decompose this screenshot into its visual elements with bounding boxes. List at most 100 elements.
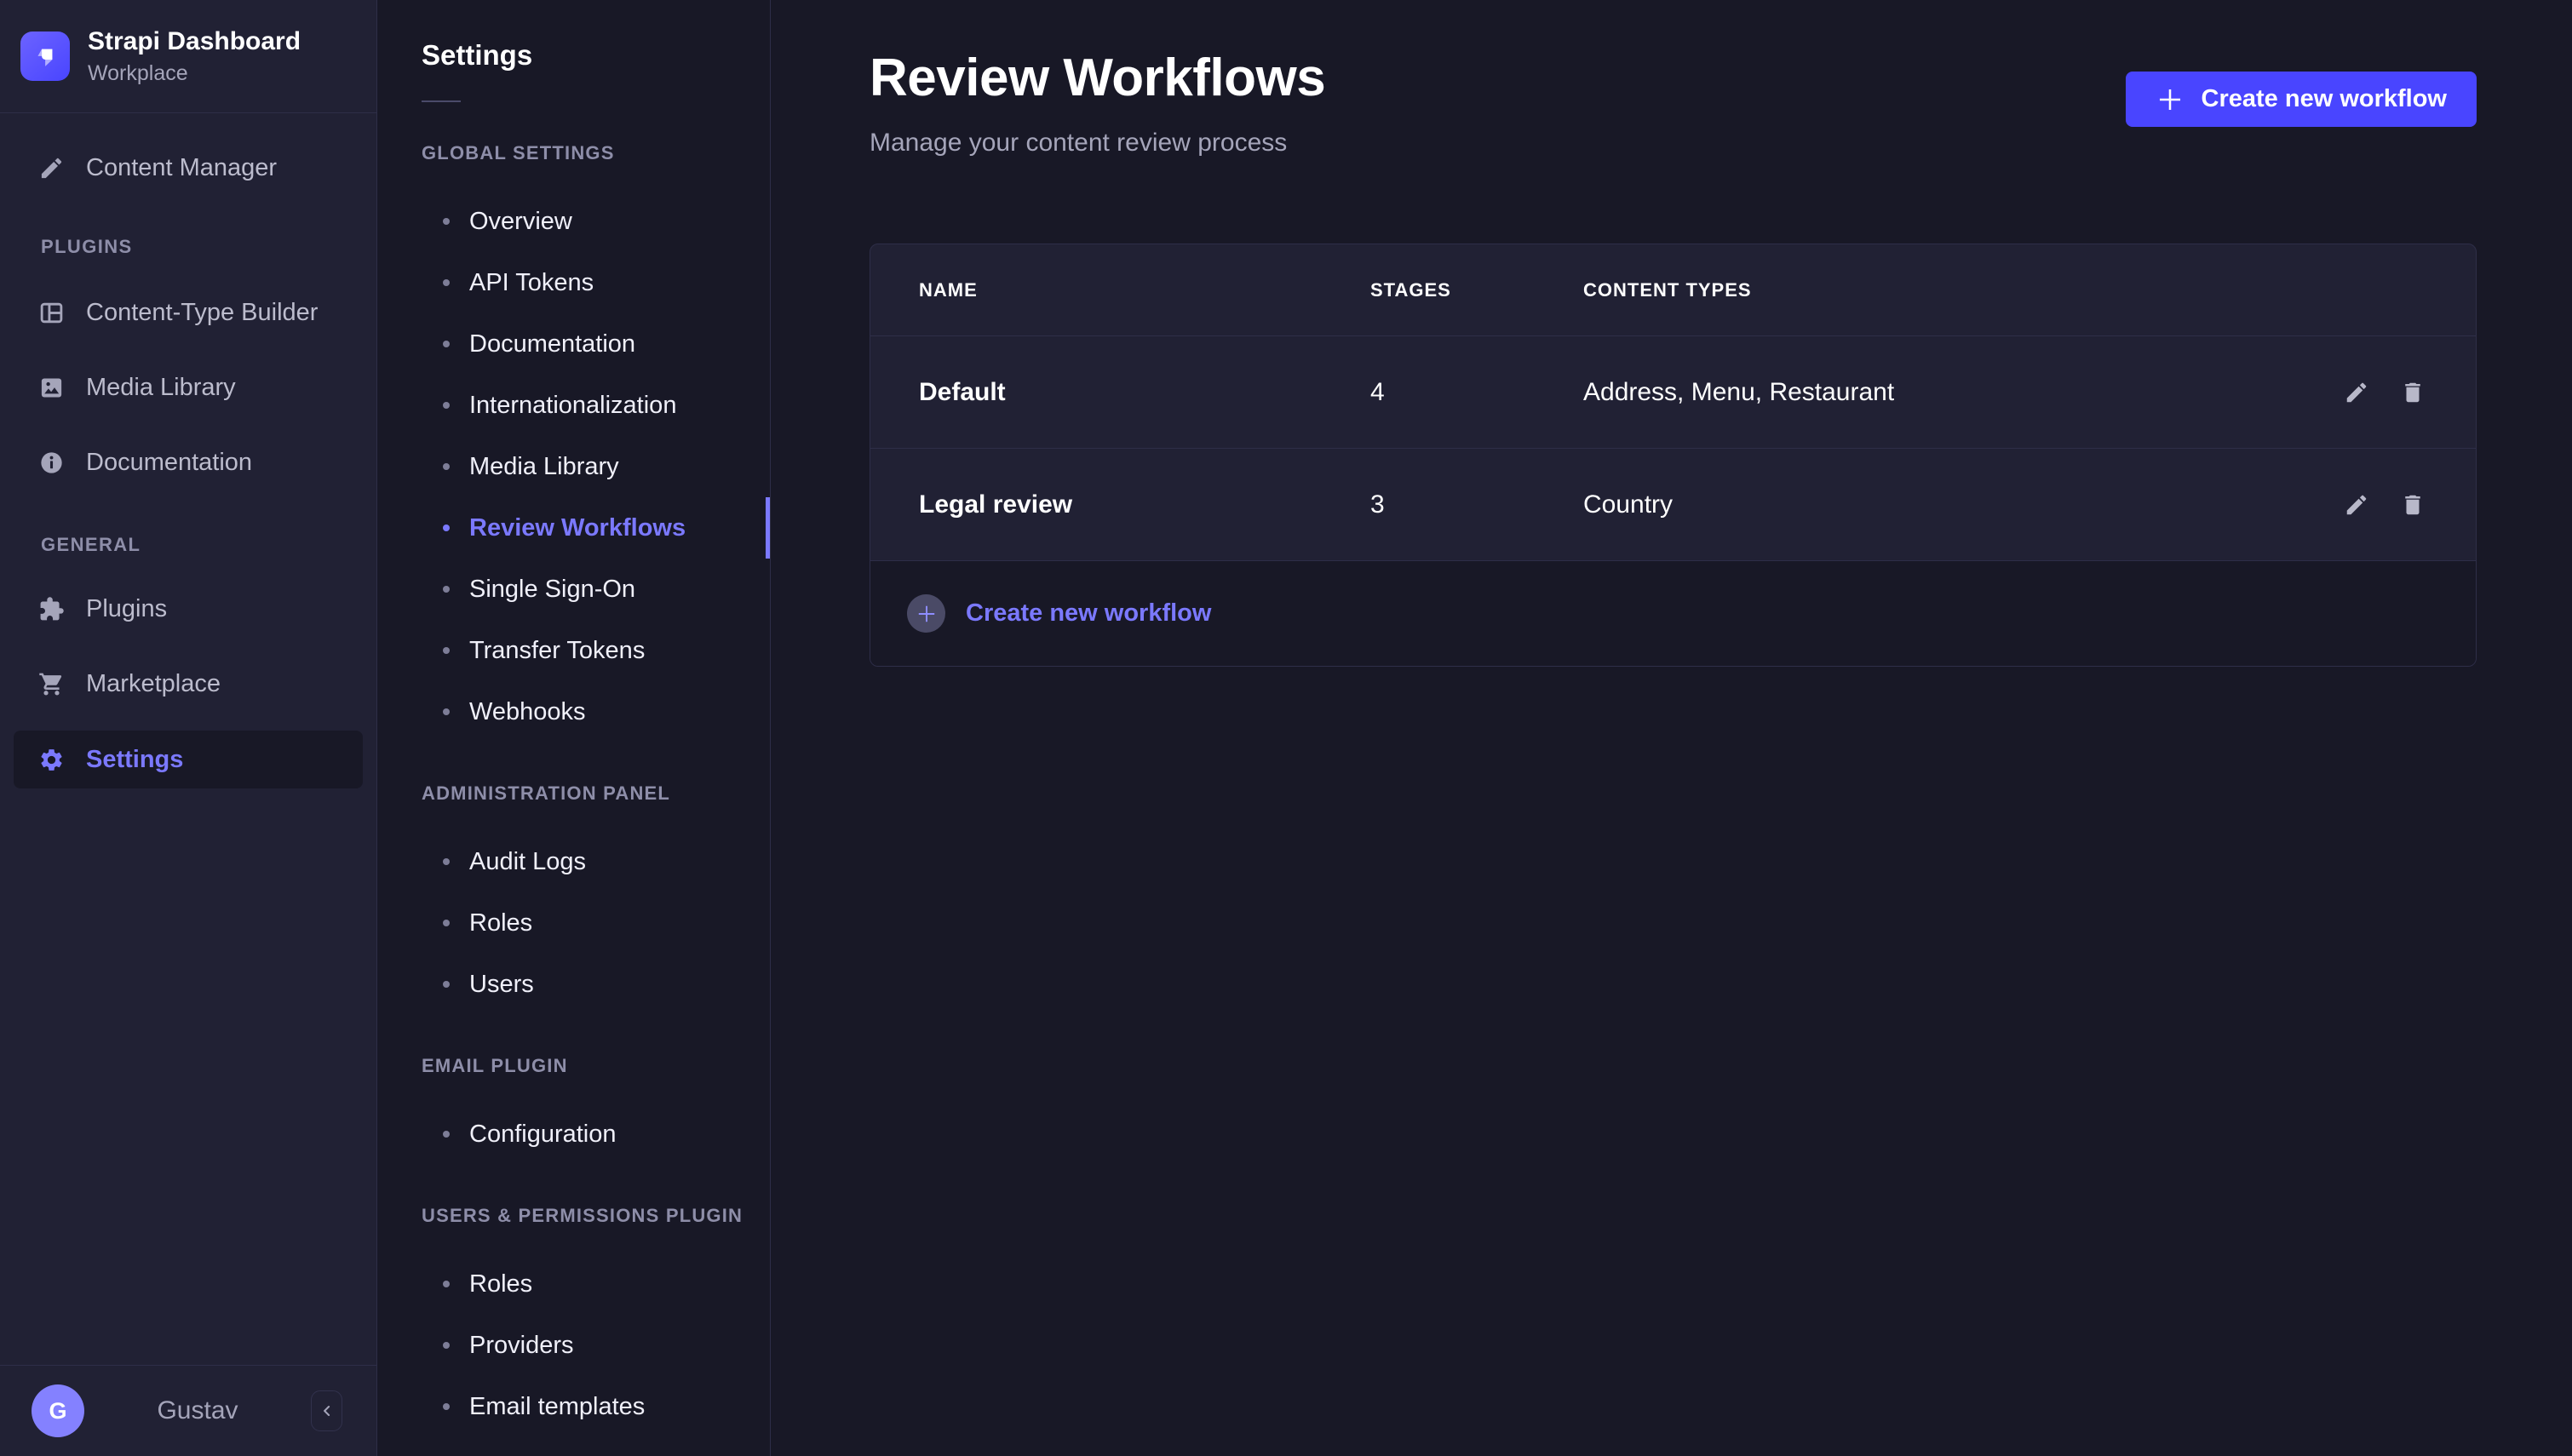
subnav-item-audit-logs[interactable]: Audit Logs [377, 831, 770, 892]
subnav-item-media-library[interactable]: Media Library [377, 436, 770, 497]
subnav-item-label: Webhooks [469, 698, 586, 726]
bullet-icon [443, 920, 450, 926]
subnav-item-documentation[interactable]: Documentation [377, 313, 770, 375]
cart-icon [38, 671, 65, 697]
table-row-default[interactable]: Default 4 Address, Menu, Restaurant [870, 336, 2476, 449]
subnav-section-administration-panel: ADMINISTRATION PANEL [377, 782, 770, 805]
bullet-icon [443, 858, 450, 865]
sidebar-item-media-library[interactable]: Media Library [14, 358, 363, 416]
pen-icon [38, 155, 65, 181]
bullet-icon [443, 402, 450, 409]
pencil-icon [2344, 492, 2369, 518]
workflow-content-types: Address, Menu, Restaurant [1583, 378, 2237, 407]
bullet-icon [443, 1281, 450, 1287]
user-name: Gustav [84, 1396, 311, 1425]
subnav-item-overview[interactable]: Overview [377, 191, 770, 252]
edit-workflow-button[interactable] [2336, 484, 2377, 525]
subnav-item-label: Email templates [469, 1393, 645, 1421]
bullet-icon [443, 1131, 450, 1138]
sidebar-item-content-type-builder[interactable]: Content-Type Builder [14, 284, 363, 341]
sidebar-section-general: GENERAL [0, 532, 376, 558]
subnav-item-label: Roles [469, 1270, 532, 1298]
delete-workflow-button[interactable] [2392, 484, 2433, 525]
brand-block[interactable]: Strapi Dashboard Workplace [0, 0, 376, 113]
subnav-item-label: Single Sign-On [469, 576, 635, 604]
app-window: Strapi Dashboard Workplace Content Manag… [0, 0, 2572, 1456]
bullet-icon [443, 586, 450, 593]
info-icon [38, 450, 65, 476]
subnav-item-email-templates[interactable]: Email templates [377, 1376, 770, 1437]
trash-icon [2400, 380, 2426, 405]
subnav-item-providers[interactable]: Providers [377, 1315, 770, 1376]
table-header-row: NAME STAGES CONTENT TYPES [870, 244, 2476, 336]
bullet-icon [443, 1403, 450, 1410]
subnav-item-label: Review Workflows [469, 514, 686, 542]
main-sidebar: Strapi Dashboard Workplace Content Manag… [0, 0, 377, 1456]
subnav-item-review-workflows[interactable]: Review Workflows [377, 497, 770, 559]
subnav-item-users[interactable]: Users [377, 954, 770, 1015]
pencil-icon [2344, 380, 2369, 405]
table-row-legal-review[interactable]: Legal review 3 Country [870, 449, 2476, 561]
subnav-item-label: Users [469, 971, 534, 999]
sidebar-item-marketplace[interactable]: Marketplace [14, 655, 363, 713]
sidebar-item-label: Media Library [86, 374, 236, 402]
subnav-item-internationalization[interactable]: Internationalization [377, 375, 770, 436]
column-header-stages: STAGES [1370, 279, 1583, 301]
bullet-icon [443, 463, 450, 470]
sidebar-item-label: Content-Type Builder [86, 299, 318, 327]
create-workflow-button-label: Create new workflow [2202, 85, 2447, 113]
brand-subtitle: Workplace [88, 61, 301, 86]
trash-icon [2400, 492, 2426, 518]
bullet-icon [443, 708, 450, 715]
bullet-icon [443, 279, 450, 286]
plus-icon [2156, 85, 2184, 114]
workflow-name: Default [919, 378, 1370, 407]
subnav-item-roles[interactable]: Roles [377, 892, 770, 954]
sidebar-item-label: Settings [86, 746, 183, 774]
puzzle-icon [38, 596, 65, 622]
avatar[interactable]: G [32, 1384, 84, 1437]
subnav-section-email-plugin: EMAIL PLUGIN [377, 1054, 770, 1078]
subnav-item-label: Media Library [469, 453, 619, 481]
main-content: Review Workflows Manage your content rev… [771, 0, 2572, 1456]
sidebar-item-settings[interactable]: Settings [14, 731, 363, 788]
workflow-stages: 3 [1370, 490, 1583, 519]
brand-title: Strapi Dashboard [88, 27, 301, 56]
create-workflow-button[interactable]: Create new workflow [2126, 72, 2477, 127]
page-title: Review Workflows [870, 48, 1325, 108]
workflows-table-card: NAME STAGES CONTENT TYPES Default 4 Addr… [870, 244, 2477, 667]
subnav-section-users-permissions-plugin: USERS & PERMISSIONS PLUGIN [377, 1204, 770, 1228]
subnav-item-label: Overview [469, 208, 572, 236]
delete-workflow-button[interactable] [2392, 372, 2433, 413]
page-header: Review Workflows Manage your content rev… [870, 48, 2477, 175]
collapse-sidebar-button[interactable] [311, 1390, 342, 1431]
subnav-item-webhooks[interactable]: Webhooks [377, 681, 770, 742]
sidebar-item-content-manager[interactable]: Content Manager [14, 139, 363, 197]
table-footer-create-workflow[interactable]: Create new workflow [870, 561, 2476, 666]
workflow-name: Legal review [919, 490, 1370, 519]
subnav-item-label: API Tokens [469, 269, 594, 297]
plus-icon [916, 603, 938, 625]
sidebar-item-label: Content Manager [86, 154, 277, 182]
chevron-left-icon [319, 1402, 336, 1419]
subnav-section-global-settings: GLOBAL SETTINGS [377, 141, 770, 165]
subnav-item-api-tokens[interactable]: API Tokens [377, 252, 770, 313]
subnav-title: Settings [377, 0, 770, 72]
subnav-item-up-roles[interactable]: Roles [377, 1253, 770, 1315]
subnav-item-label: Transfer Tokens [469, 637, 645, 665]
column-header-name: NAME [919, 279, 1370, 301]
sidebar-item-label: Plugins [86, 595, 167, 623]
subnav-item-label: Roles [469, 909, 532, 937]
bullet-icon [443, 218, 450, 225]
subnav-item-configuration[interactable]: Configuration [377, 1103, 770, 1165]
subnav-item-transfer-tokens[interactable]: Transfer Tokens [377, 620, 770, 681]
user-row: G Gustav [0, 1365, 376, 1456]
sidebar-item-documentation[interactable]: Documentation [14, 433, 363, 491]
workflow-content-types: Country [1583, 490, 2237, 519]
edit-workflow-button[interactable] [2336, 372, 2377, 413]
sidebar-item-plugins[interactable]: Plugins [14, 580, 363, 638]
subnav-item-single-sign-on[interactable]: Single Sign-On [377, 559, 770, 620]
subnav-item-advanced-settings[interactable]: Advanced settings [377, 1437, 770, 1456]
subnav-item-label: Configuration [469, 1121, 617, 1149]
sidebar-item-label: Documentation [86, 449, 252, 477]
